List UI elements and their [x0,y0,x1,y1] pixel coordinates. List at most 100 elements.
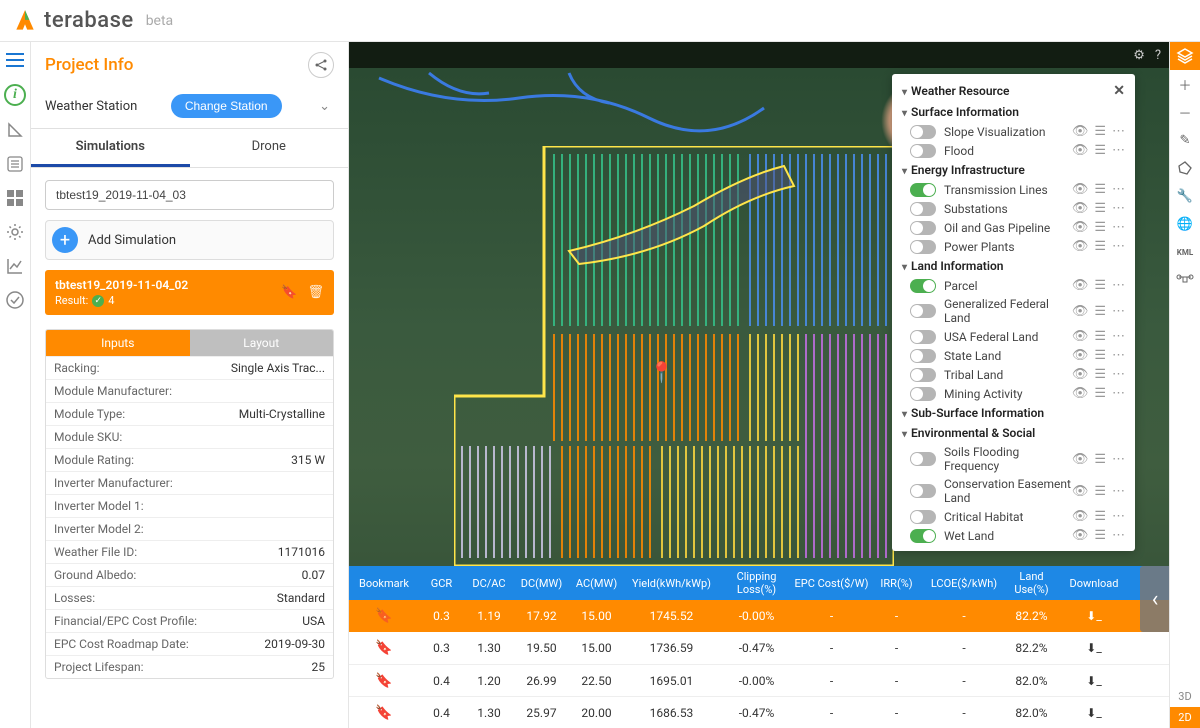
eye-icon[interactable]: 👁 [1072,528,1089,543]
section-tab-inputs[interactable]: Inputs [46,330,190,356]
drone-icon[interactable] [1170,266,1200,294]
th-epc[interactable]: EPC Cost($/W) [794,577,869,590]
layer-group-header[interactable]: ▾Energy Infrastructure [892,160,1135,180]
layer-group-header[interactable]: ▾Surface Information [892,102,1135,122]
more-icon[interactable]: ⋯ [1112,386,1125,401]
more-icon[interactable]: ⋯ [1112,367,1125,382]
th-yield[interactable]: Yield(kWh/kWp) [624,577,719,590]
chart-icon[interactable] [5,256,25,276]
change-station-button[interactable]: Change Station [171,94,282,118]
info-icon[interactable]: i [4,84,26,106]
view-2d-button[interactable]: 2D [1170,707,1200,728]
layers-weather-title[interactable]: Weather Resource [911,84,1009,98]
th-gcr[interactable]: GCR [419,577,464,590]
download-icon[interactable]: ⬇_ [1086,641,1101,655]
eye-icon[interactable]: 👁 [1072,278,1089,293]
layer-toggle[interactable] [910,510,936,524]
layer-toggle[interactable] [910,484,936,498]
layers-icon[interactable] [1170,42,1200,70]
layer-toggle[interactable] [910,240,936,254]
more-icon[interactable]: ⋯ [1112,239,1125,254]
simulation-card[interactable]: tbtest19_2019-11-04_02 Result: ✓ 4 🔖 🗑 [45,270,334,315]
hamburger-icon[interactable] [5,50,25,70]
th-irr[interactable]: IRR(%) [869,577,924,590]
layer-group-header[interactable]: ▾Land Information [892,256,1135,276]
download-icon[interactable]: ⬇_ [1086,609,1101,623]
share-button[interactable] [308,52,334,78]
more-icon[interactable]: ⋯ [1112,329,1125,344]
more-icon[interactable]: ⋯ [1112,278,1125,293]
eye-icon[interactable]: 👁 [1072,452,1089,467]
table-row[interactable]: 🔖 0.4 1.30 25.97 20.00 1686.53 -0.47% - … [349,696,1169,728]
legend-icon[interactable]: ☰ [1094,484,1106,499]
more-icon[interactable]: ⋯ [1112,304,1125,319]
tab-drone[interactable]: Drone [190,129,349,167]
triangle-icon[interactable] [5,120,25,140]
eye-icon[interactable]: 👁 [1072,304,1089,319]
layer-toggle[interactable] [910,529,936,543]
globe-icon[interactable]: 🌐 [1170,210,1200,238]
check-icon[interactable] [5,290,25,310]
layer-toggle[interactable] [910,144,936,158]
map-pin-icon[interactable]: 📍 [649,360,674,384]
bookmark-icon[interactable]: 🔖 [375,640,392,656]
section-tab-layout[interactable]: Layout [190,330,334,356]
legend-icon[interactable]: ☰ [1094,304,1106,319]
more-icon[interactable]: ⋯ [1112,348,1125,363]
table-row[interactable]: 🔖 0.3 1.19 17.92 15.00 1745.52 -0.00% - … [349,600,1169,632]
eye-icon[interactable]: 👁 [1072,182,1089,197]
eye-icon[interactable]: 👁 [1072,509,1089,524]
th-acmw[interactable]: AC(MW) [569,577,624,590]
bookmark-icon[interactable]: 🔖 [375,705,392,721]
eye-icon[interactable]: 👁 [1072,239,1089,254]
legend-icon[interactable]: ☰ [1094,124,1106,139]
legend-icon[interactable]: ☰ [1094,386,1106,401]
tab-simulations[interactable]: Simulations [31,129,190,167]
layer-toggle[interactable] [910,452,936,466]
layer-toggle[interactable] [910,330,936,344]
th-dcac[interactable]: DC/AC [464,577,514,590]
layer-group-header[interactable]: ▾Sub-Surface Information [892,403,1135,423]
th-clip[interactable]: Clipping Loss(%) [719,570,794,596]
close-icon[interactable]: ✕ [1113,83,1125,99]
th-land[interactable]: Land Use(%) [1004,570,1059,596]
more-icon[interactable]: ⋯ [1112,124,1125,139]
more-icon[interactable]: ⋯ [1112,143,1125,158]
layer-toggle[interactable] [910,349,936,363]
layer-toggle[interactable] [910,368,936,382]
kml-icon[interactable]: KML [1170,238,1200,266]
layer-toggle[interactable] [910,125,936,139]
layer-toggle[interactable] [910,304,936,318]
table-row[interactable]: 🔖 0.3 1.30 19.50 15.00 1736.59 -0.47% - … [349,632,1169,664]
expand-table-button[interactable]: ‹ [1140,566,1169,632]
list-icon[interactable] [5,154,25,174]
legend-icon[interactable]: ☰ [1094,509,1106,524]
legend-icon[interactable]: ☰ [1094,220,1106,235]
layer-toggle[interactable] [910,221,936,235]
legend-icon[interactable]: ☰ [1094,201,1106,216]
more-icon[interactable]: ⋯ [1112,484,1125,499]
eye-icon[interactable]: 👁 [1072,348,1089,363]
plus-tool-icon[interactable]: ＋ [1170,70,1200,98]
layer-toggle[interactable] [910,279,936,293]
map-help-icon[interactable]: ? [1155,48,1161,63]
th-lcoe[interactable]: LCOE($/kWh) [924,577,1004,590]
eye-icon[interactable]: 👁 [1072,201,1089,216]
legend-icon[interactable]: ☰ [1094,367,1106,382]
polygon-icon[interactable] [1170,154,1200,182]
legend-icon[interactable]: ☰ [1094,143,1106,158]
bookmark-icon[interactable]: 🔖 [375,608,392,624]
legend-icon[interactable]: ☰ [1094,239,1106,254]
eye-icon[interactable]: 👁 [1072,124,1089,139]
eye-icon[interactable]: 👁 [1072,367,1089,382]
eye-icon[interactable]: 👁 [1072,484,1089,499]
minus-tool-icon[interactable]: － [1170,98,1200,126]
grid-icon[interactable] [5,188,25,208]
layer-toggle[interactable] [910,387,936,401]
th-dcmw[interactable]: DC(MW) [514,577,569,590]
layer-group-header[interactable]: ▾Environmental & Social [892,423,1135,443]
download-icon[interactable]: ⬇_ [1086,706,1101,720]
map-gear-icon[interactable]: ⚙ [1133,48,1145,63]
more-icon[interactable]: ⋯ [1112,201,1125,216]
eye-icon[interactable]: 👁 [1072,329,1089,344]
